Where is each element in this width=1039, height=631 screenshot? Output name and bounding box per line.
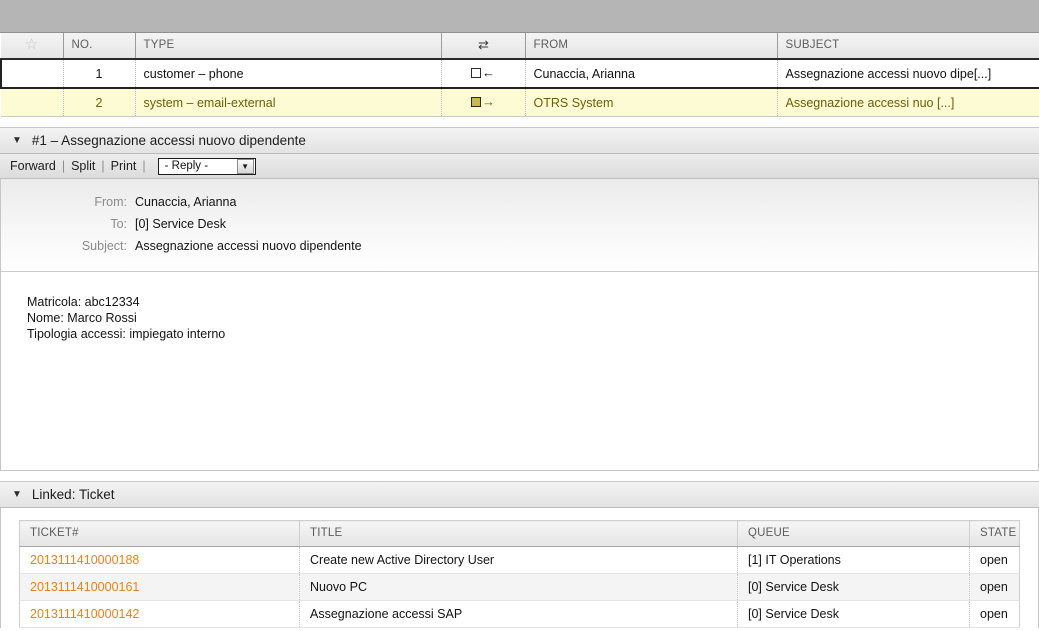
- meta-label-from: From:: [94, 195, 127, 209]
- outgoing-arrow-icon: →: [471, 95, 495, 108]
- article-subject-cell: Assegnazione accessi nuo [...]: [777, 88, 1039, 117]
- triangle-down-icon[interactable]: ▼: [12, 489, 22, 500]
- linked-table-row[interactable]: 2013111410000161 Nuovo PC [0] Service De…: [19, 573, 1020, 601]
- column-header-subject[interactable]: SUBJECT: [777, 33, 1039, 60]
- column-header-type[interactable]: TYPE: [135, 33, 442, 60]
- linked-widget-header[interactable]: ▼ Linked: Ticket: [0, 481, 1039, 508]
- meta-label-to: To:: [110, 217, 127, 231]
- article-row-2[interactable]: 2 system – email-external → OTRS System …: [1, 88, 1039, 117]
- column-header-flag[interactable]: ☆: [1, 33, 64, 60]
- chevron-down-icon[interactable]: ▼: [236, 158, 254, 174]
- article-type-cell: customer – phone: [135, 58, 442, 89]
- column-header-direction[interactable]: ⇄: [441, 33, 526, 60]
- linked-queue-cell: [0] Service Desk: [737, 600, 970, 628]
- column-header-no[interactable]: NO.: [63, 33, 136, 60]
- meta-value-from: Cunaccia, Arianna: [135, 195, 237, 209]
- ticket-number-link[interactable]: 2013111410000188: [30, 553, 139, 567]
- meta-row-from: From: Cunaccia, Arianna: [1, 191, 1038, 213]
- print-button[interactable]: Print: [111, 159, 137, 173]
- article-widget-title: #1 – Assegnazione accessi nuovo dipenden…: [31, 133, 306, 148]
- body-line: Tipologia accessi: impiegato interno: [27, 327, 226, 341]
- linked-state-cell: open: [969, 573, 1020, 601]
- article-action-bar: Forward | Split | Print | - Reply - ▼: [0, 154, 1039, 179]
- article-from-cell: OTRS System: [525, 88, 778, 117]
- triangle-down-icon[interactable]: ▼: [12, 135, 22, 146]
- column-header-from[interactable]: FROM: [525, 33, 778, 60]
- linked-table-row[interactable]: 2013111410000188 Create new Active Direc…: [19, 546, 1020, 574]
- linked-ticket-number-cell: 2013111410000142: [19, 600, 300, 628]
- article-direction-cell: →: [441, 88, 526, 117]
- body-line: Nome: Marco Rossi: [27, 311, 137, 325]
- ticket-number-link[interactable]: 2013111410000161: [30, 580, 139, 594]
- toolbar-separator: |: [142, 159, 146, 173]
- article-flag-cell[interactable]: [1, 88, 64, 117]
- linked-queue-cell: [1] IT Operations: [737, 546, 970, 574]
- meta-label-subject: Subject:: [81, 239, 127, 253]
- toolbar-separator: |: [101, 159, 105, 173]
- linked-state-cell: open: [969, 546, 1020, 574]
- linked-ticket-number-cell: 2013111410000161: [19, 573, 300, 601]
- meta-row-subject: Subject: Assegnazione accessi nuovo dipe…: [1, 235, 1038, 257]
- article-meta-zone: From: Cunaccia, Arianna To: [0] Service …: [1, 179, 1038, 272]
- article-list-table: ☆ NO. TYPE ⇄ FROM SUBJECT 1 customer – p…: [0, 33, 1039, 117]
- linked-ticket-widget: ▼ Linked: Ticket TICKET# TITLE QUEUE STA…: [0, 481, 1039, 628]
- column-header-ticket-number[interactable]: TICKET#: [19, 520, 300, 547]
- linked-table-row[interactable]: 2013111410000142 Assegnazione accessi SA…: [19, 600, 1020, 628]
- article-widget-header[interactable]: ▼ #1 – Assegnazione accessi nuovo dipend…: [0, 127, 1039, 154]
- article-flag-cell[interactable]: [0, 58, 64, 89]
- linked-ticket-table: TICKET# TITLE QUEUE STATE 20131114100001…: [19, 520, 1020, 628]
- column-header-queue[interactable]: QUEUE: [737, 520, 970, 547]
- article-row-1[interactable]: 1 customer – phone ← Cunaccia, Arianna A…: [0, 58, 1039, 89]
- meta-row-to: To: [0] Service Desk: [1, 213, 1038, 235]
- article-message-body: Matricola: abc12334 Nome: Marco Rossi Ti…: [1, 272, 1038, 470]
- linked-state-cell: open: [969, 600, 1020, 628]
- top-toolbar-strip: [0, 0, 1039, 33]
- article-direction-cell: ←: [441, 58, 526, 89]
- article-from-cell: Cunaccia, Arianna: [525, 58, 778, 89]
- meta-value-subject: Assegnazione accessi nuovo dipendente: [135, 239, 362, 253]
- linked-queue-cell: [0] Service Desk: [737, 573, 970, 601]
- linked-title-cell: Nuovo PC: [299, 573, 738, 601]
- article-no-cell: 1: [63, 58, 136, 89]
- linked-title-cell: Create new Active Directory User: [299, 546, 738, 574]
- meta-value-to: [0] Service Desk: [135, 217, 227, 231]
- split-button[interactable]: Split: [71, 159, 95, 173]
- linked-title-cell: Assegnazione accessi SAP: [299, 600, 738, 628]
- article-subject-cell: Assegnazione accessi nuovo dipe[...]: [777, 58, 1039, 89]
- swap-arrows-icon: ⇄: [478, 37, 489, 52]
- star-icon: ☆: [24, 35, 39, 53]
- article-type-cell: system – email-external: [135, 88, 442, 117]
- body-line: Matricola: abc12334: [27, 295, 140, 309]
- linked-widget-title: Linked: Ticket: [31, 487, 115, 502]
- reply-select-value: - Reply -: [164, 160, 209, 172]
- linked-ticket-number-cell: 2013111410000188: [19, 546, 300, 574]
- linked-table-container: TICKET# TITLE QUEUE STATE 20131114100001…: [0, 508, 1039, 628]
- article-body-panel: From: Cunaccia, Arianna To: [0] Service …: [0, 179, 1039, 471]
- incoming-arrow-icon: ←: [471, 66, 495, 79]
- article-no-cell: 2: [63, 88, 136, 117]
- article-widget: ▼ #1 – Assegnazione accessi nuovo dipend…: [0, 127, 1039, 471]
- article-list-header-row: ☆ NO. TYPE ⇄ FROM SUBJECT: [1, 33, 1039, 60]
- toolbar-separator: |: [61, 159, 66, 173]
- ticket-number-link[interactable]: 2013111410000142: [30, 607, 139, 621]
- forward-button[interactable]: Forward: [10, 159, 56, 173]
- column-header-title[interactable]: TITLE: [299, 520, 738, 547]
- column-header-state[interactable]: STATE: [969, 520, 1020, 547]
- linked-header-row: TICKET# TITLE QUEUE STATE: [19, 520, 1020, 547]
- reply-select[interactable]: - Reply - ▼: [157, 157, 256, 175]
